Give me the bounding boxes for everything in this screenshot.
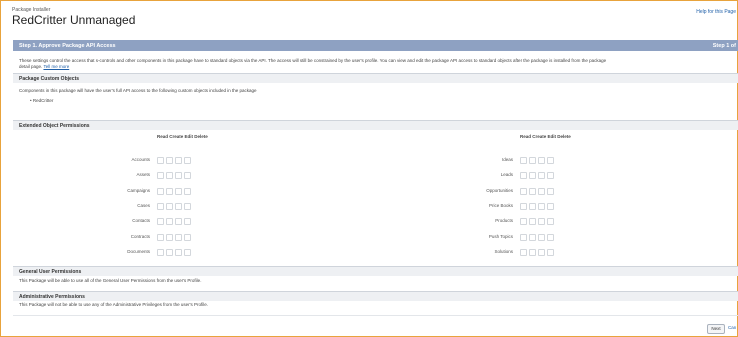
create-checkbox[interactable] [529,233,536,241]
delete-checkbox[interactable] [184,248,191,256]
intro-text: These settings control the access that s… [19,58,607,63]
read-checkbox[interactable] [157,187,164,195]
read-checkbox[interactable] [520,202,527,210]
read-checkbox[interactable] [520,187,527,195]
page-title: RedCritter Unmanaged [12,13,136,27]
permission-row-label: Leads [500,172,513,178]
edit-checkbox[interactable] [175,233,182,241]
step-indicator: Step 1 of [712,43,736,49]
delete-checkbox[interactable] [547,248,554,256]
custom-object-item: • RedCritter [30,98,54,103]
edit-checkbox[interactable] [538,218,545,226]
create-checkbox[interactable] [166,233,173,241]
section-heading: General User Permissions [19,269,82,275]
delete-checkbox[interactable] [547,233,554,241]
tell-me-more-link[interactable]: Tell me more [43,64,69,69]
create-checkbox[interactable] [166,172,173,180]
read-checkbox[interactable] [520,233,527,241]
create-checkbox[interactable] [166,218,173,226]
edit-checkbox[interactable] [175,187,182,195]
read-checkbox[interactable] [157,157,164,164]
edit-checkbox[interactable] [538,202,545,210]
permission-row-label: Products [495,218,513,224]
read-checkbox[interactable] [157,218,164,226]
section-header-admin: Administrative Permissions [13,291,738,301]
create-checkbox[interactable] [166,202,173,210]
permission-row-label: Ideas [501,157,513,162]
read-checkbox[interactable] [520,218,527,226]
permission-row-label: Solutions [494,248,513,254]
intro-text-tail: detail page. [19,64,43,69]
delete-checkbox[interactable] [547,187,554,195]
permission-row-label: Cases [137,202,150,208]
permission-row-label: Price Books [488,202,513,208]
delete-checkbox[interactable] [547,157,554,164]
edit-checkbox[interactable] [175,218,182,226]
read-checkbox[interactable] [157,233,164,241]
delete-checkbox[interactable] [184,202,191,210]
create-checkbox[interactable] [529,248,536,256]
edit-checkbox[interactable] [538,187,545,195]
section-header-general: General User Permissions [13,266,738,276]
permission-row-label: Push Topics [488,233,513,239]
permissions-column-header-right: Read Create Edit Delete [520,134,571,139]
edit-checkbox[interactable] [175,172,182,180]
section-header-custom-objects: Package Custom Objects [13,73,738,83]
footer-divider [13,315,738,316]
general-permissions-text: This Package will be able to use all of … [19,278,202,283]
delete-checkbox[interactable] [547,172,554,180]
delete-checkbox[interactable] [184,218,191,226]
step-title: Step 1. Approve Package API Access [19,43,116,49]
section-heading: Administrative Permissions [19,294,85,300]
create-checkbox[interactable] [529,187,536,195]
section-heading: Extended Object Permissions [19,123,90,129]
cancel-link[interactable]: Can [728,325,736,330]
delete-checkbox[interactable] [184,157,191,164]
delete-checkbox[interactable] [184,233,191,241]
edit-checkbox[interactable] [175,202,182,210]
permission-row-label: Assets [136,172,150,178]
custom-object-name: RedCritter [32,98,54,103]
custom-objects-text: Components in this package will have the… [19,88,257,93]
edit-checkbox[interactable] [175,157,182,164]
intro-text-continued: detail page. Tell me more [19,64,69,69]
read-checkbox[interactable] [520,248,527,256]
permission-row-label: Documents [127,248,150,254]
edit-checkbox[interactable] [175,248,182,256]
permission-row-label: Opportunities [486,187,513,193]
create-checkbox[interactable] [529,202,536,210]
create-checkbox[interactable] [529,218,536,226]
delete-checkbox[interactable] [184,187,191,195]
section-heading: Package Custom Objects [19,76,80,82]
permission-row-label: Accounts [131,157,150,162]
section-header-extended: Extended Object Permissions [13,120,738,130]
edit-checkbox[interactable] [538,157,545,164]
create-checkbox[interactable] [166,248,173,256]
help-link[interactable]: Help for this Page [696,9,736,15]
create-checkbox[interactable] [166,187,173,195]
delete-checkbox[interactable] [184,172,191,180]
permission-row-label: Campaigns [127,187,150,193]
read-checkbox[interactable] [157,202,164,210]
step-bar: Step 1. Approve Package API Access Step … [13,40,738,51]
delete-checkbox[interactable] [547,218,554,226]
admin-permissions-text: This Package will not be able to use any… [19,302,208,307]
permissions-column-header-left: Read Create Edit Delete [157,134,208,139]
read-checkbox[interactable] [520,172,527,180]
edit-checkbox[interactable] [538,248,545,256]
create-checkbox[interactable] [529,172,536,180]
edit-checkbox[interactable] [538,172,545,180]
create-checkbox[interactable] [529,157,536,164]
edit-checkbox[interactable] [538,233,545,241]
delete-checkbox[interactable] [547,202,554,210]
permission-row-label: Contacts [132,218,150,224]
next-button[interactable]: Next [707,324,725,334]
create-checkbox[interactable] [166,157,173,164]
read-checkbox[interactable] [520,157,527,164]
read-checkbox[interactable] [157,172,164,180]
permission-row-label: Contracts [130,233,150,239]
read-checkbox[interactable] [157,248,164,256]
